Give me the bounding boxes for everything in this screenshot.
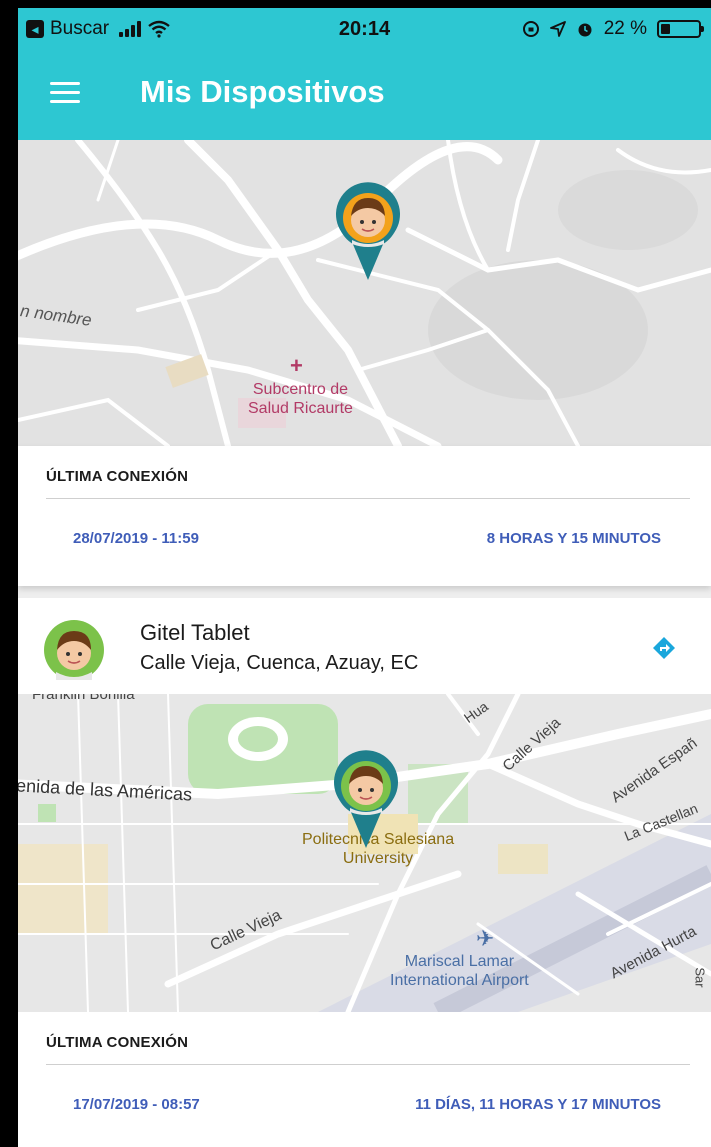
last-connection-date: 17/07/2019 - 08:57 <box>73 1096 200 1113</box>
orientation-lock-icon <box>522 21 539 37</box>
map-label-airport: Mariscal Lamar International Airport <box>390 953 529 989</box>
app-bar: ◂ Buscar 20:14 22 % Mis Dispositivos <box>18 8 711 140</box>
device-map-1[interactable]: n nombre + Subcentro de Salud Ricaurte <box>18 140 711 446</box>
status-bar: ◂ Buscar 20:14 22 % <box>18 8 711 52</box>
status-right: 22 % <box>522 18 704 40</box>
location-icon <box>549 21 566 37</box>
device-address: Calle Vieja, Cuenca, Azuay, EC <box>140 652 419 674</box>
last-connection-date: 28/07/2019 - 11:59 <box>73 530 199 547</box>
location-pin-icon[interactable] <box>326 748 406 850</box>
battery-percentage: 22 % <box>603 18 647 39</box>
phone-screen: ◂ Buscar 20:14 22 % Mis Dispositivos n n… <box>18 8 711 1147</box>
elapsed-time: 8 HORAS Y 15 MINUTOS <box>486 530 661 547</box>
map-poi-label: Subcentro de Salud Ricaurte <box>248 381 353 417</box>
device-name: Gitel Tablet <box>140 620 250 645</box>
divider <box>46 1064 690 1065</box>
avatar <box>44 620 104 680</box>
device-2-connection-card: ÚLTIMA CONEXIÓN 17/07/2019 - 08:57 11 DÍ… <box>18 1012 711 1147</box>
elapsed-time: 11 DÍAS, 11 HORAS Y 17 MINUTOS <box>415 1096 661 1113</box>
page-title: Mis Dispositivos <box>140 74 385 109</box>
directions-icon[interactable] <box>652 636 676 660</box>
divider <box>46 498 690 499</box>
map-poi-plus-icon: + <box>290 353 303 378</box>
map-label-sara: Sar <box>692 967 708 988</box>
device-map-2[interactable]: Franklin Bonilla Hua Calle Vieja enida d… <box>18 694 711 1012</box>
airplane-icon: ✈ <box>476 926 495 951</box>
last-connection-label: ÚLTIMA CONEXIÓN <box>46 468 189 485</box>
last-connection-label: ÚLTIMA CONEXIÓN <box>46 1034 189 1051</box>
device-1-connection-card: ÚLTIMA CONEXIÓN 28/07/2019 - 11:59 8 HOR… <box>18 446 711 586</box>
battery-icon <box>657 20 704 38</box>
alarm-icon <box>578 23 592 37</box>
device-2-header[interactable]: Gitel Tablet Calle Vieja, Cuenca, Azuay,… <box>18 598 711 694</box>
menu-icon[interactable] <box>50 82 80 104</box>
location-pin-icon[interactable] <box>328 180 408 282</box>
map-label-franklin: Franklin Bonilla <box>32 694 135 703</box>
